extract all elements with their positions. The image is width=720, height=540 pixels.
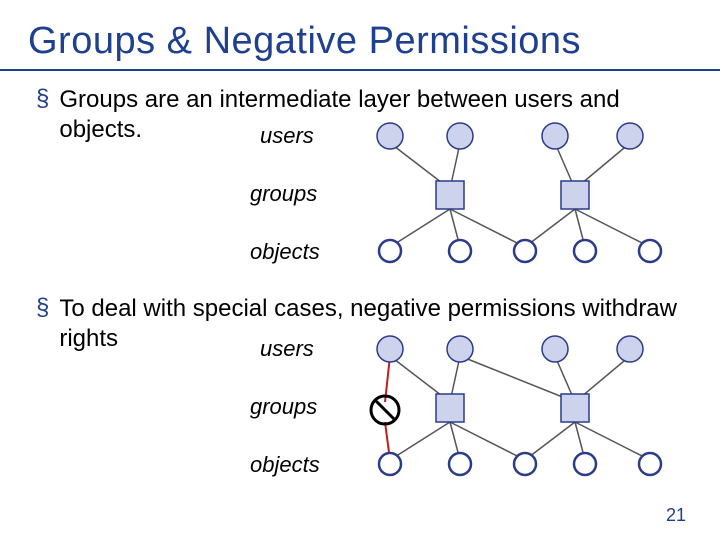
label-users-2: users bbox=[260, 336, 314, 362]
label-groups: groups bbox=[250, 181, 317, 207]
title-divider bbox=[0, 69, 720, 71]
diagram-negative-svg bbox=[350, 332, 680, 502]
label-objects-2: objects bbox=[250, 452, 320, 478]
label-users: users bbox=[260, 123, 314, 149]
page-title: Groups & Negative Permissions bbox=[0, 0, 720, 69]
page-number: 21 bbox=[666, 505, 686, 526]
label-groups-2: groups bbox=[250, 394, 317, 420]
diagram-groups-svg bbox=[350, 119, 680, 289]
label-objects: objects bbox=[250, 239, 320, 265]
diagram-groups: users groups objects bbox=[180, 119, 720, 294]
bullet-marker-icon: § bbox=[36, 85, 49, 145]
bullet-marker-icon: § bbox=[36, 294, 49, 354]
diagram-negative: users groups objects bbox=[180, 332, 720, 507]
